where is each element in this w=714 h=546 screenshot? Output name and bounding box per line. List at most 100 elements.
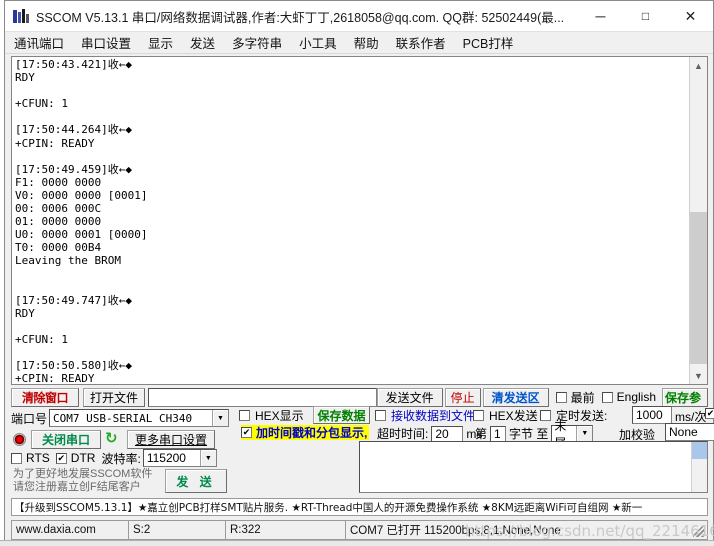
timestamp-checkbox-group[interactable]: 加时间戳和分包显示, [241,425,370,440]
timestamp-label: 加时间戳和分包显示, [256,426,368,440]
port-select-value: COM7 USB-SERIAL CH340 [53,411,193,425]
chevron-down-icon[interactable]: ▼ [690,367,707,384]
rts-checkbox[interactable] [11,452,22,464]
sscom-main-window: SSCOM V5.13.1 串口/网络数据调试器,作者:大虾丁丁,2618058… [4,0,714,545]
receive-to-file-label: 接收数据到文件 [391,409,476,423]
menu-item-tools[interactable]: 小工具 [299,33,337,52]
clear-window-button[interactable]: 清除窗口 [11,387,79,407]
chevron-down-icon[interactable]: ▼ [576,426,593,441]
menu-item-multistring[interactable]: 多字符串 [232,33,282,52]
terminal-output[interactable]: [17:50:43.421]收←◆ RDY +CFUN: 1 [17:50:44.… [12,57,689,384]
scrollbar-thumb[interactable] [690,212,707,364]
terminal-line: [17:50:49.459]收←◆ [15,162,132,176]
menu-item-comm-port[interactable]: 通讯端口 [14,33,64,52]
window-controls: ─ □ ✕ [578,1,713,31]
resize-grip-icon[interactable] [693,525,705,537]
baudrate-label: 波特率: [101,451,141,466]
send-button[interactable]: 发 送 [165,469,227,493]
dtr-checkbox[interactable] [55,452,67,464]
terminal-line: +CFUN: 1 [15,97,68,111]
baudrate-select[interactable]: 115200 ▼ [142,449,217,467]
terminal-line: RDY [15,71,35,85]
byte-range-group: 第 1 字节 至 末尾 ▼ [475,419,594,450]
close-port-button[interactable]: 关闭串口 [31,429,101,449]
terminal-scrollbar[interactable]: ▲ ▼ [689,57,707,384]
open-file-button[interactable]: 打开文件 [83,387,145,407]
scrollbar-thumb[interactable] [692,442,707,459]
chevron-down-icon[interactable]: ▼ [199,450,216,466]
menu-item-send[interactable]: 发送 [190,33,215,52]
terminal-line: +CPIN: READY [15,372,95,384]
send-file-button[interactable]: 发送文件 [376,387,443,407]
send-interval-input[interactable]: 1000 [632,406,672,424]
status-website[interactable]: www.daxia.com [11,520,128,540]
hex-display-checkbox-group[interactable]: HEX显示 [239,407,304,424]
hex-send-checkbox[interactable] [473,410,484,421]
english-label: English [616,390,656,404]
status-led-icon [13,432,26,446]
extra-option-checkbox[interactable] [705,408,714,419]
hex-display-label: HEX显示 [255,409,304,423]
receive-to-file-checkbox[interactable] [375,410,386,421]
minimize-button[interactable]: ─ [578,1,623,37]
send-textarea-panel[interactable] [359,441,708,493]
menu-item-help[interactable]: 帮助 [354,33,379,52]
english-checkbox[interactable] [601,391,613,403]
advertisement-banner[interactable]: 【升级到SSCOM5.13.1】★嘉立创PCB打样SMT贴片服务. ★RT-Th… [11,498,708,516]
terminal-line: U0: 0000 0001 [0000] [15,228,148,242]
save-parameters-button[interactable]: 保存参 [662,387,708,407]
menu-item-pcb[interactable]: PCB打样 [463,33,514,52]
status-connection-info: COM7 已打开 115200bps,8,1,None,None [345,520,708,540]
timeout-input[interactable]: 20 [431,425,464,442]
port-label: 端口号 [11,411,48,426]
rts-label: RTS [26,451,50,465]
status-sent-count: S:2 [128,520,225,540]
terminal-line: 00: 0006 000C [15,202,102,216]
more-port-settings-button[interactable]: 更多串口设置 [127,429,215,449]
stop-button[interactable]: 停止 [444,387,481,407]
terminal-line: RDY [15,306,35,320]
maximize-button[interactable]: □ [623,1,668,31]
window-title: SSCOM V5.13.1 串口/网络数据调试器,作者:大虾丁丁,2618058… [36,10,565,25]
topmost-checkbox-group[interactable]: 最前 [555,389,595,406]
receive-panel: [17:50:43.421]收←◆ RDY +CFUN: 1 [17:50:44.… [11,56,708,385]
menu-item-port-config[interactable]: 串口设置 [81,33,131,52]
chevron-down-icon[interactable]: ▼ [212,410,229,426]
dtr-label: DTR [70,451,96,465]
topmost-checkbox[interactable] [555,391,567,403]
close-button[interactable]: ✕ [668,1,713,31]
hex-send-label: HEX发送 [489,409,538,423]
receive-to-file-checkbox-group[interactable]: 接收数据到文件 [375,407,475,424]
menu-item-contact[interactable]: 联系作者 [396,33,446,52]
title-bar: SSCOM V5.13.1 串口/网络数据调试器,作者:大虾丁丁,2618058… [5,1,713,32]
timed-send-checkbox[interactable] [540,410,551,421]
byte-from-input[interactable]: 1 [490,425,507,442]
topmost-label: 最前 [570,390,595,405]
chevron-up-icon[interactable]: ▲ [690,57,707,74]
english-checkbox-group[interactable]: English [601,390,656,404]
byte-range-prefix: 第 [475,427,488,441]
send-file-path-input[interactable] [148,387,377,407]
port-select[interactable]: COM7 USB-SERIAL CH340 ▼ [49,409,230,427]
terminal-line: [17:50:43.421]收←◆ [15,58,132,71]
terminal-line: Leaving the BROM [15,254,121,268]
save-data-button[interactable]: 保存数据 [313,406,370,424]
timestamp-checkbox[interactable] [241,427,252,438]
terminal-line: +CPIN: READY [15,136,95,150]
checksum-value[interactable]: None [665,423,714,441]
hex-display-checkbox[interactable] [239,410,250,421]
send-scrollbar[interactable] [691,442,707,492]
menu-item-display[interactable]: 显示 [148,33,173,52]
clear-send-area-button[interactable]: 清发送区 [482,387,549,407]
terminal-line: [17:50:50.580]收←◆ [15,359,132,373]
hex-send-checkbox-group[interactable]: HEX发送 [473,407,538,424]
refresh-icon[interactable]: ↻ [105,431,122,448]
send-textarea[interactable] [360,442,691,492]
byte-to-select[interactable]: 末尾 ▼ [551,419,594,450]
